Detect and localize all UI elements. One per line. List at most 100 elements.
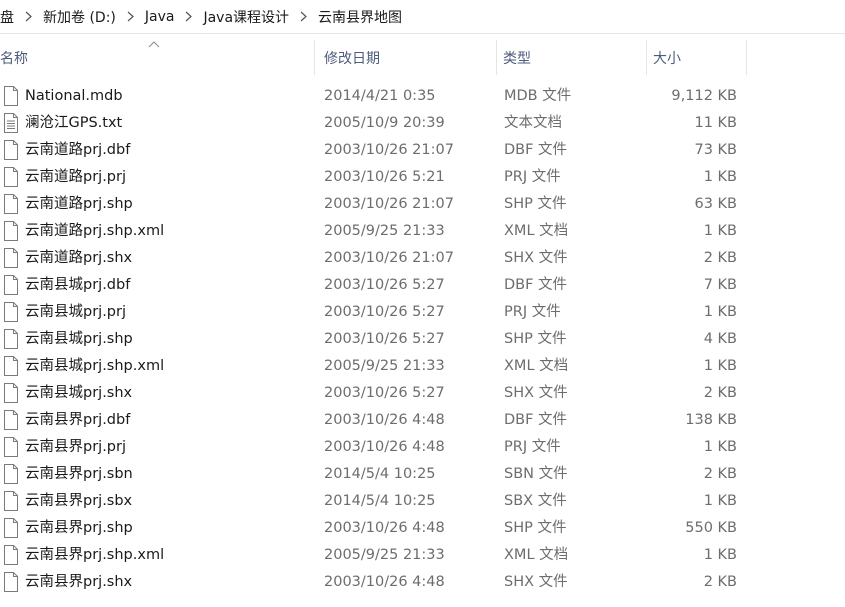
breadcrumb-item-current-folder[interactable]: 云南县界地图	[316, 0, 404, 33]
file-row[interactable]: 云南县城prj.prj 2003/10/26 5:27 PRJ 文件 1 KB	[0, 299, 845, 326]
file-date: 2005/10/9 20:39	[324, 115, 445, 131]
file-icon	[4, 194, 18, 214]
file-type: SHX 文件	[504, 574, 568, 590]
file-date: 2005/9/25 21:33	[324, 547, 445, 563]
file-type: PRJ 文件	[504, 304, 561, 320]
column-header-size-label: 大小	[653, 50, 681, 67]
file-size: 1 KB	[703, 493, 737, 509]
file-date: 2003/10/26 21:07	[324, 196, 454, 212]
column-header-name-label: 名称	[0, 50, 28, 67]
file-row[interactable]: 云南县界prj.prj 2003/10/26 4:48 PRJ 文件 1 KB	[0, 434, 845, 461]
file-date: 2003/10/26 21:07	[324, 142, 454, 158]
file-icon	[4, 491, 18, 511]
file-type: PRJ 文件	[504, 439, 561, 455]
file-name: 澜沧江GPS.txt	[25, 115, 123, 131]
file-row[interactable]: 云南县城prj.dbf 2003/10/26 5:27 DBF 文件 7 KB	[0, 272, 845, 299]
file-icon	[4, 302, 18, 322]
file-row[interactable]: 云南县界prj.shp.xml 2005/9/25 21:33 XML 文档 1…	[0, 542, 845, 569]
file-row[interactable]: 云南县城prj.shp 2003/10/26 5:27 SHP 文件 4 KB	[0, 326, 845, 353]
file-size: 1 KB	[703, 223, 737, 239]
file-icon	[4, 410, 18, 430]
file-row[interactable]: 云南道路prj.shx 2003/10/26 21:07 SHX 文件 2 KB	[0, 245, 845, 272]
file-icon	[4, 86, 18, 106]
chevron-right-icon[interactable]	[176, 0, 201, 33]
file-icon	[4, 356, 18, 376]
file-name: 云南县城prj.prj	[25, 304, 126, 320]
file-name: 云南县城prj.dbf	[25, 277, 131, 293]
file-type: SBX 文件	[504, 493, 567, 509]
file-type: 文本文档	[504, 115, 562, 131]
file-row[interactable]: 云南道路prj.dbf 2003/10/26 21:07 DBF 文件 73 K…	[0, 137, 845, 164]
file-name: 云南道路prj.dbf	[25, 142, 131, 158]
file-size: 550 KB	[685, 520, 737, 536]
file-name: 云南县界prj.shx	[25, 574, 133, 590]
file-icon	[4, 437, 18, 457]
file-name: 云南县界prj.shp	[25, 520, 133, 536]
file-type: SBN 文件	[504, 466, 568, 482]
file-date: 2005/9/25 21:33	[324, 223, 445, 239]
file-name: National.mdb	[25, 88, 123, 104]
file-name: 云南道路prj.shp.xml	[25, 223, 165, 239]
file-row[interactable]: 云南县界prj.sbn 2014/5/4 10:25 SBN 文件 2 KB	[0, 461, 845, 488]
file-name: 云南县城prj.shx	[25, 385, 133, 401]
file-row[interactable]: 云南道路prj.shp 2003/10/26 21:07 SHP 文件 63 K…	[0, 191, 845, 218]
file-date: 2003/10/26 4:48	[324, 412, 445, 428]
file-date: 2005/9/25 21:33	[324, 358, 445, 374]
breadcrumb-item-java[interactable]: Java	[143, 0, 177, 33]
file-icon	[4, 518, 18, 538]
file-name: 云南县界prj.sbn	[25, 466, 133, 482]
file-date: 2014/4/21 0:35	[324, 88, 436, 104]
file-date: 2003/10/26 4:48	[324, 439, 445, 455]
file-size: 1 KB	[703, 169, 737, 185]
file-size: 138 KB	[685, 412, 737, 428]
file-icon	[4, 329, 18, 349]
file-date: 2003/10/26 5:27	[324, 331, 445, 347]
file-name: 云南道路prj.prj	[25, 169, 126, 185]
column-header-date[interactable]: 修改日期	[319, 40, 497, 75]
file-row[interactable]: National.mdb 2014/4/21 0:35 MDB 文件 9,112…	[0, 83, 845, 110]
breadcrumb-item-computer[interactable]: 盘	[0, 0, 16, 33]
column-header-size[interactable]: 大小	[648, 40, 747, 75]
file-size: 11 KB	[694, 115, 737, 131]
file-name: 云南道路prj.shx	[25, 250, 133, 266]
chevron-right-icon[interactable]	[16, 0, 41, 33]
column-header-name[interactable]: 名称	[0, 40, 315, 75]
file-row[interactable]: 澜沧江GPS.txt 2005/10/9 20:39 文本文档 11 KB	[0, 110, 845, 137]
file-type: DBF 文件	[504, 277, 568, 293]
file-type: DBF 文件	[504, 412, 568, 428]
column-header-type[interactable]: 类型	[498, 40, 647, 75]
column-header-date-label: 修改日期	[324, 50, 380, 67]
breadcrumb: 盘 新加卷 (D:) Java Java课程设计 云南县界地图	[0, 0, 845, 34]
file-type: SHP 文件	[504, 196, 567, 212]
file-size: 1 KB	[703, 304, 737, 320]
file-name: 云南县界prj.prj	[25, 439, 126, 455]
file-row[interactable]: 云南县界prj.sbx 2014/5/4 10:25 SBX 文件 1 KB	[0, 488, 845, 515]
column-header-type-label: 类型	[503, 50, 531, 67]
file-type: SHP 文件	[504, 520, 567, 536]
file-row[interactable]: 云南县界prj.shp 2003/10/26 4:48 SHP 文件 550 K…	[0, 515, 845, 542]
breadcrumb-item-course[interactable]: Java课程设计	[201, 0, 291, 33]
file-date: 2014/5/4 10:25	[324, 466, 436, 482]
file-row[interactable]: 云南县界prj.dbf 2003/10/26 4:48 DBF 文件 138 K…	[0, 407, 845, 434]
file-row[interactable]: 云南县城prj.shp.xml 2005/9/25 21:33 XML 文档 1…	[0, 353, 845, 380]
file-row[interactable]: 云南道路prj.shp.xml 2005/9/25 21:33 XML 文档 1…	[0, 218, 845, 245]
file-explorer-window: 盘 新加卷 (D:) Java Java课程设计 云南县界地图 名称 修改日期 …	[0, 0, 845, 607]
file-name: 云南道路prj.shp	[25, 196, 133, 212]
chevron-right-icon[interactable]	[118, 0, 143, 33]
chevron-right-icon[interactable]	[291, 0, 316, 33]
file-date: 2003/10/26 5:27	[324, 304, 445, 320]
file-name: 云南县界prj.dbf	[25, 412, 131, 428]
file-size: 9,112 KB	[671, 88, 737, 104]
file-type: MDB 文件	[504, 88, 572, 104]
text-file-icon	[4, 113, 18, 133]
file-row[interactable]: 云南县城prj.shx 2003/10/26 5:27 SHX 文件 2 KB	[0, 380, 845, 407]
file-date: 2003/10/26 4:48	[324, 520, 445, 536]
file-date: 2003/10/26 5:27	[324, 277, 445, 293]
file-size: 4 KB	[703, 331, 737, 347]
file-row[interactable]: 云南道路prj.prj 2003/10/26 5:21 PRJ 文件 1 KB	[0, 164, 845, 191]
breadcrumb-item-drive[interactable]: 新加卷 (D:)	[41, 0, 118, 33]
file-date: 2003/10/26 21:07	[324, 250, 454, 266]
file-type: SHX 文件	[504, 385, 568, 401]
file-icon	[4, 464, 18, 484]
file-row[interactable]: 云南县界prj.shx 2003/10/26 4:48 SHX 文件 2 KB	[0, 569, 845, 596]
